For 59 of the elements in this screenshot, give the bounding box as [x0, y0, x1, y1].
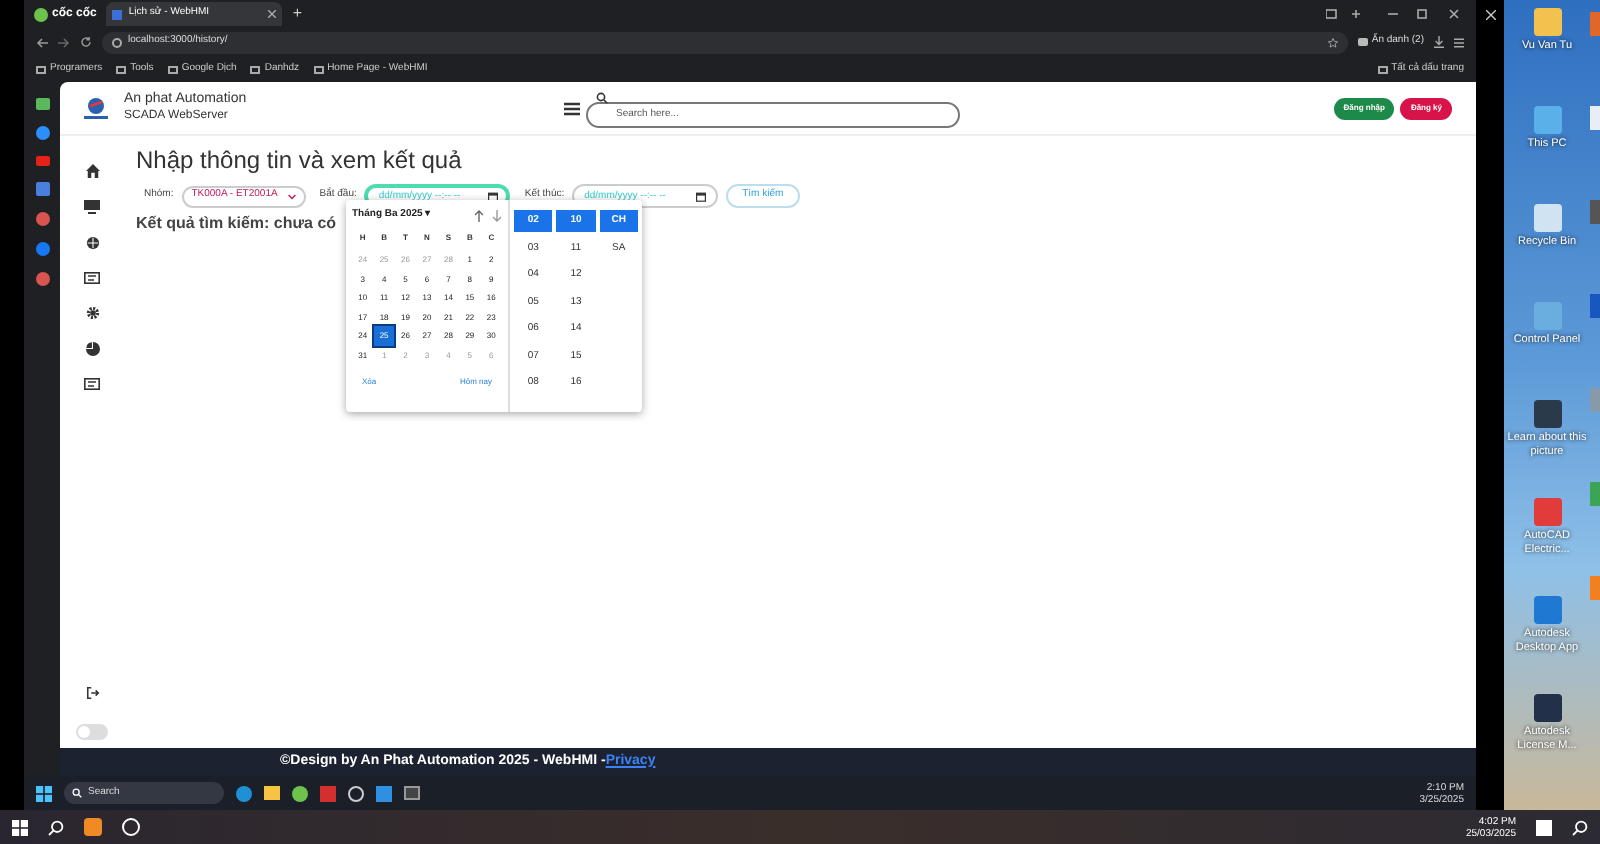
gear-icon[interactable]	[85, 306, 99, 320]
windows-start-icon[interactable]	[12, 819, 28, 835]
chevron-icon	[287, 193, 296, 199]
app-icon[interactable]	[35, 212, 49, 226]
company-logo-icon	[80, 96, 112, 120]
site-info-icon	[112, 37, 122, 47]
search-icon[interactable]	[48, 819, 64, 835]
new-tab-button[interactable]: +	[292, 2, 303, 26]
globe-icon[interactable]	[85, 236, 99, 250]
translate-app-icon[interactable]	[35, 182, 49, 196]
chat-app-icon[interactable]	[35, 98, 49, 110]
search-icon	[596, 91, 608, 103]
folder-icon	[313, 65, 324, 73]
reload-icon[interactable]	[80, 36, 92, 48]
browser-taskbar-icon[interactable]	[292, 785, 308, 801]
previous-month-icon[interactable]	[474, 209, 484, 221]
close-icon[interactable]	[268, 10, 277, 18]
menu-icon[interactable]	[1454, 37, 1464, 47]
pie-chart-icon[interactable]	[85, 342, 99, 356]
forward-icon[interactable]	[58, 37, 70, 47]
video-app-icon[interactable]	[35, 156, 49, 166]
id-card-icon[interactable]	[84, 272, 100, 284]
terminal-taskbar-icon[interactable]	[404, 786, 420, 800]
folder-icon	[250, 65, 261, 73]
id-card-icon[interactable]	[84, 378, 100, 390]
page-title: Nhập thông tin và xem kết quả	[136, 144, 464, 178]
messenger-app-icon[interactable]	[35, 126, 49, 140]
browser-logo-icon	[34, 7, 48, 21]
home-icon[interactable]	[85, 164, 99, 178]
calendar-icon[interactable]	[696, 191, 707, 201]
star-icon[interactable]	[1327, 37, 1338, 47]
folder-icon	[1377, 65, 1388, 73]
folder-icon	[167, 65, 178, 73]
folder-icon	[36, 65, 46, 73]
browser-taskbar-icon[interactable]	[236, 785, 252, 801]
desktop-icon[interactable]	[1533, 400, 1561, 428]
back-icon[interactable]	[36, 37, 48, 47]
next-month-icon[interactable]	[492, 209, 502, 221]
windows-start-icon[interactable]	[1536, 819, 1552, 835]
desktop-icon[interactable]	[1533, 694, 1561, 722]
search-icon[interactable]	[1572, 819, 1588, 835]
menu-icon[interactable]	[564, 101, 580, 115]
close-icon[interactable]	[1485, 10, 1495, 20]
windows-start-icon[interactable]	[36, 785, 52, 801]
monitor-icon[interactable]	[84, 200, 100, 214]
dark-mode-toggle[interactable]	[76, 724, 108, 740]
calendar-icon[interactable]	[488, 191, 499, 201]
social-app-icon[interactable]	[35, 242, 49, 256]
search-result-text: Kết quả tìm kiếm: chưa có	[136, 212, 337, 236]
incognito-icon	[1357, 38, 1368, 46]
desktop-icon[interactable]	[1533, 8, 1561, 36]
folder-icon	[116, 65, 127, 73]
app-icon[interactable]	[35, 272, 49, 286]
media-player-taskbar-icon[interactable]	[122, 818, 140, 836]
download-icon[interactable]	[1434, 36, 1444, 48]
code-editor-taskbar-icon[interactable]	[376, 785, 392, 801]
search-icon	[72, 788, 82, 798]
favicon-icon	[112, 9, 123, 19]
logout-icon[interactable]	[85, 686, 99, 700]
